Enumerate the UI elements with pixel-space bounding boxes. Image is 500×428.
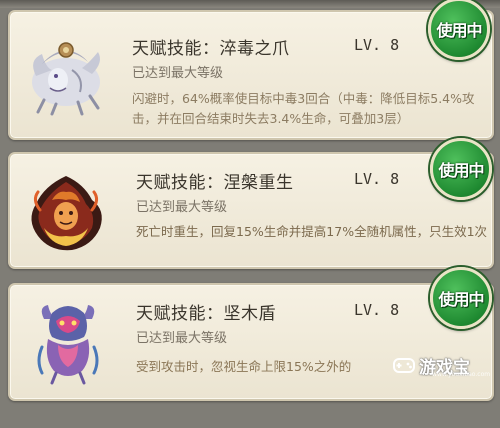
skill-name: 天赋技能：坚木盾	[136, 304, 276, 324]
gamepad-logo-icon	[393, 358, 415, 373]
skill-level: LV. 8	[354, 36, 400, 54]
wood-spirit-icon	[37, 305, 99, 385]
flame-phoenix-icon	[31, 176, 102, 251]
skill-card-nirvana-rebirth[interactable]: 天赋技能：涅槃重生 LV. 8 已达到最大等级 死亡时重生，回复15%生命并提高…	[8, 152, 494, 269]
in-use-badge[interactable]: 使用中	[428, 0, 490, 60]
skill-card-poison-claw[interactable]: 天赋技能：淬毒之爪 LV. 8 已达到最大等级 闪避时，64%概率使目标中毒3回…	[8, 10, 494, 140]
skill-name: 天赋技能：淬毒之爪	[132, 39, 290, 59]
white-tiger-beast-icon	[32, 42, 100, 116]
skill-status: 已达到最大等级	[136, 200, 228, 215]
skill-name: 天赋技能：涅槃重生	[136, 173, 294, 193]
skill-status: 已达到最大等级	[136, 331, 228, 346]
in-use-badge[interactable]: 使用中	[430, 138, 492, 200]
skill-card-hardwood-shield[interactable]: 天赋技能：坚木盾 LV. 8 已达到最大等级 受到攻击时，忽视生命上限15%之外…	[8, 283, 494, 401]
skill-level: LV. 8	[354, 170, 400, 188]
skill-description: 死亡时重生，回复15%生命并提高17%全随机属性，只生效1次	[136, 224, 488, 239]
top-frame-strip	[0, 0, 500, 8]
in-use-badge[interactable]: 使用中	[430, 267, 492, 329]
skill-description: 闪避时，64%概率使目标中毒3回合（中毒：降低目标5.4%攻击，并在回合结束时失…	[132, 91, 475, 126]
watermark-url: www.youxibao.com	[432, 371, 491, 378]
skill-status: 已达到最大等级	[132, 66, 224, 81]
skill-level: LV. 8	[354, 301, 400, 319]
